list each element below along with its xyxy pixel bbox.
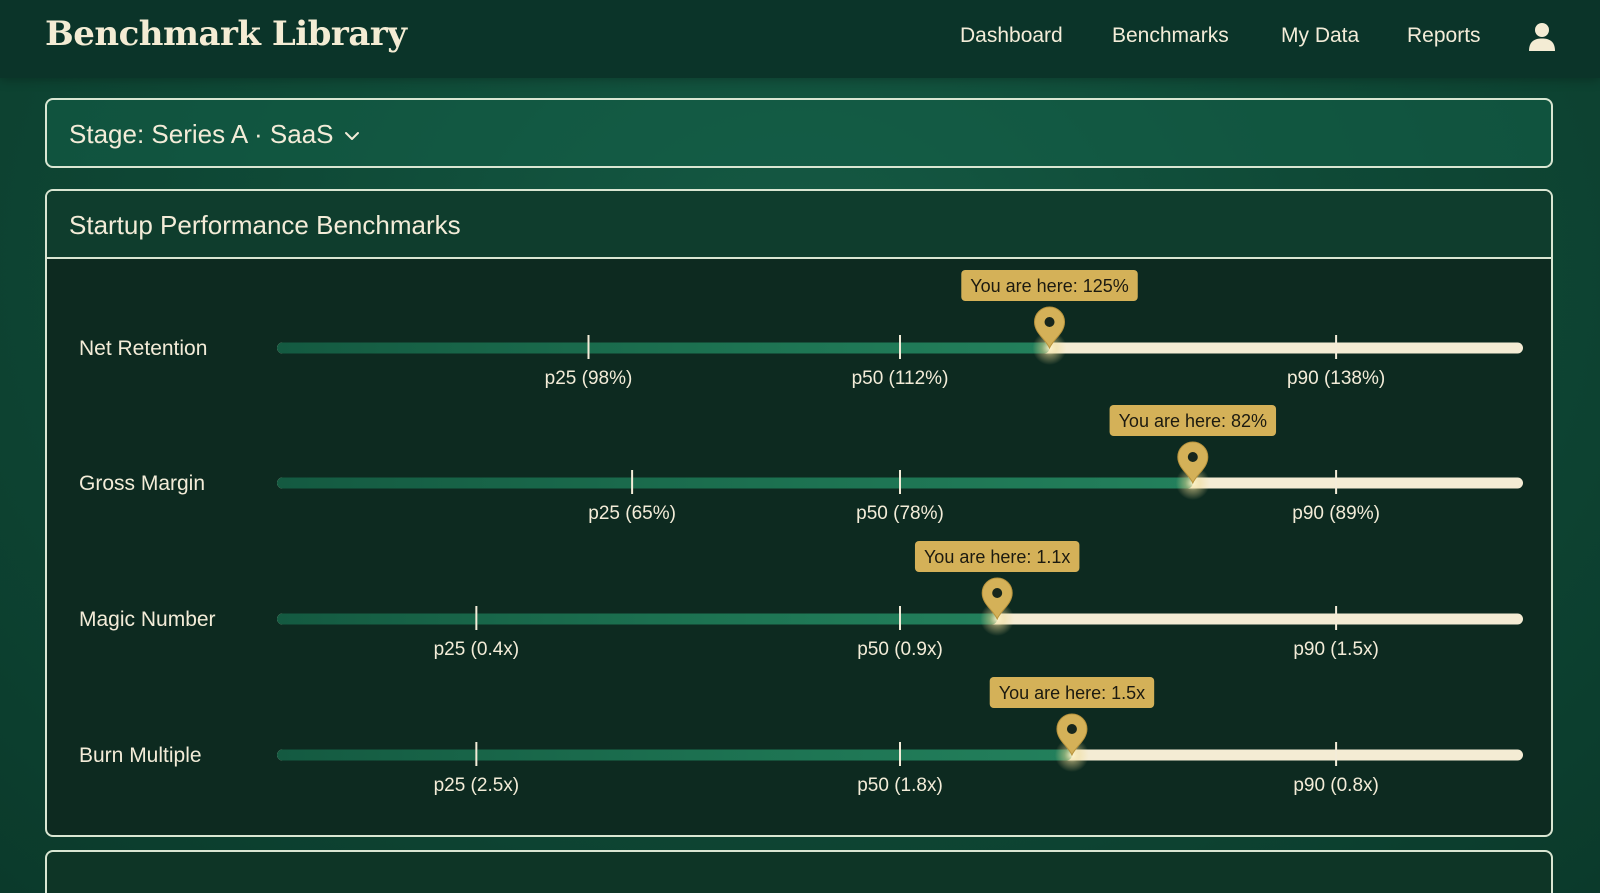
nav-dashboard[interactable]: Dashboard (960, 24, 1063, 48)
benchmark-row: Net Retention p25 (98%) p50 (112%) p90 (138… (79, 270, 1523, 389)
track-filled (277, 342, 1050, 354)
benchmark-row: Burn Multiple p25 (2.5x) p50 (1.8x) p90 (0.… (79, 677, 1523, 796)
you-are-here-label: You are here: 1.1x (924, 547, 1070, 567)
you-are-here-tooltip: You are here: 125% (961, 270, 1138, 301)
p25-label: p25 (65%) (588, 503, 676, 524)
track-filled (277, 477, 1193, 489)
nav-benchmarks[interactable]: Benchmarks (1112, 24, 1229, 48)
benchmark-row: Magic Number p25 (0.4x) p50 (0.9x) p90 (1.5… (79, 541, 1523, 660)
p50-label: p50 (1.8x) (857, 775, 943, 796)
you-are-here-tooltip: You are here: 1.5x (989, 677, 1155, 708)
p90-label: p90 (0.8x) (1293, 775, 1379, 796)
p25-label: p25 (0.4x) (434, 639, 520, 660)
stage-filter-label: Stage: Series A · SaaS (69, 119, 334, 149)
next-card (45, 850, 1553, 893)
you-are-here-label: You are here: 1.5x (999, 683, 1145, 703)
track-filled (277, 749, 1072, 761)
benchmark-row: Gross Margin p25 (65%) p50 (78%) p90 (89%) Y… (79, 405, 1523, 524)
nav-reports[interactable]: Reports (1407, 24, 1481, 48)
top-nav-bar: Benchmark Library Dashboard Benchmarks M… (0, 0, 1600, 78)
nav-my-data[interactable]: My Data (1281, 24, 1359, 48)
benchmark-rows: Net Retention p25 (98%) p50 (112%) p90 (138… (79, 270, 1523, 796)
metric-name: Magic Number (79, 608, 216, 631)
you-are-here-tooltip: You are here: 82% (1109, 405, 1277, 436)
benchmarks-card: Startup Performance Benchmarks Net Reten… (45, 189, 1553, 837)
p50-label: p50 (78%) (856, 503, 944, 524)
p25-label: p25 (2.5x) (434, 775, 520, 796)
brand-logo[interactable]: Benchmark Library (45, 14, 407, 54)
you-are-here-label: You are here: 82% (1119, 411, 1267, 431)
chevron-down-icon (345, 132, 359, 140)
metric-name: Gross Margin (79, 472, 205, 495)
user-icon[interactable] (1528, 22, 1556, 52)
p50-label: p50 (0.9x) (857, 639, 943, 660)
metric-name: Net Retention (79, 337, 207, 360)
p25-label: p25 (98%) (545, 368, 633, 389)
track-filled (277, 613, 998, 625)
p90-label: p90 (89%) (1292, 503, 1380, 524)
metric-name: Burn Multiple (79, 744, 202, 767)
p90-label: p90 (138%) (1287, 368, 1385, 389)
p90-label: p90 (1.5x) (1293, 639, 1379, 660)
p50-label: p50 (112%) (852, 368, 949, 389)
card-title: Startup Performance Benchmarks (69, 210, 461, 240)
card-header: Startup Performance Benchmarks (47, 191, 1551, 259)
you-are-here-label: You are here: 125% (970, 276, 1128, 296)
you-are-here-tooltip: You are here: 1.1x (914, 541, 1080, 572)
stage-filter-dropdown[interactable]: Stage: Series A · SaaS (45, 98, 1553, 168)
